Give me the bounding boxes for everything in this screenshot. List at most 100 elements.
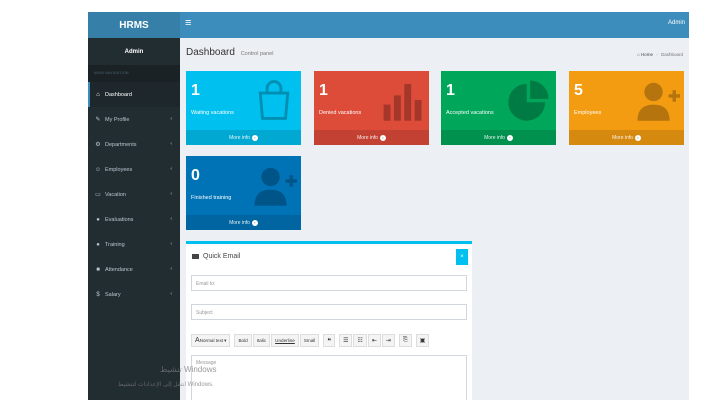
top-navbar: ≡ Admin — [180, 12, 689, 38]
user-menu[interactable]: Admin — [668, 20, 685, 26]
image-icon[interactable]: ▣ — [415, 334, 430, 347]
home-icon: ⌂ — [636, 52, 640, 57]
arrow-circle-right-icon: › — [251, 219, 258, 226]
chevron-left-icon: ‹ — [170, 291, 172, 297]
sidebar-item-label: My Profile — [105, 116, 130, 123]
sidebar-item-label: Training — [105, 241, 125, 248]
sidebar-item-label: Attendance — [105, 266, 133, 273]
sidebar-toggle-icon[interactable]: ≡ — [185, 17, 191, 29]
stat-label: Waiting vacations — [191, 110, 234, 116]
quick-email-box: Quick Email × Email to: Subject A Normal… — [186, 241, 472, 400]
chevron-left-icon: ‹ — [170, 166, 172, 172]
arrow-circle-right-icon: › — [379, 134, 386, 141]
stat-box-waiting-vacations: 1 Waiting vacations More info › — [186, 71, 301, 145]
stat-box-denied-vacations: 1 Denied vacations More info › — [314, 71, 429, 145]
sidebar-item-training[interactable]: ● Training ‹ — [88, 232, 180, 257]
dashboard-icon: ⌂ — [96, 91, 100, 98]
chevron-left-icon: ‹ — [170, 216, 172, 222]
small-button[interactable]: Small — [299, 334, 320, 347]
more-info-link[interactable]: More info › — [314, 130, 429, 145]
quick-email-header: Quick Email — [192, 253, 240, 260]
arrow-circle-right-icon: › — [506, 134, 513, 141]
app-logo[interactable]: HRMS — [88, 12, 180, 38]
employees-icon: ☺ — [94, 166, 102, 173]
breadcrumb: ⌂ Home › Dashboard — [637, 52, 683, 57]
stat-box-accepted-vacations: 1 Accepted vacations More info › — [441, 71, 556, 145]
sidebar-item-label: Evaluations — [105, 216, 134, 223]
stat-label: Employees — [574, 110, 602, 116]
caret-down-icon: ▾ — [224, 337, 227, 343]
sidebar-item-label: Salary — [105, 291, 121, 298]
sidebar-item-vacation[interactable]: ▭ Vacation ‹ — [88, 182, 180, 207]
stat-count: 1 — [191, 82, 200, 99]
stat-label: Finished training — [191, 195, 232, 201]
windows-activation-watermark: تنشيط Windows — [160, 365, 217, 374]
email-to-input[interactable]: Email to: — [191, 275, 467, 291]
stat-count: 0 — [191, 167, 200, 184]
more-info-link[interactable]: More info › — [441, 130, 556, 145]
font-style-dropdown[interactable]: A Normal text ▾ — [191, 334, 231, 347]
laptop-icon: ▭ — [95, 192, 101, 198]
nav-header: MAIN NAVIGATION — [88, 65, 180, 82]
sidebar-item-label: Employees — [105, 166, 133, 173]
more-info-link[interactable]: More info › — [569, 130, 684, 145]
bar-chart-icon — [383, 83, 422, 121]
underline-button[interactable]: Underline — [271, 334, 299, 347]
chevron-left-icon: ‹ — [170, 116, 172, 122]
user-add-icon — [637, 82, 680, 121]
sidebar-item-employees[interactable]: ☺ Employees ‹ — [88, 157, 180, 182]
stat-label: Denied vacations — [319, 110, 362, 116]
stat-box-employees: 5 Employees More info › — [569, 71, 684, 145]
evaluations-icon: ● — [96, 216, 100, 223]
bold-button[interactable]: Bold — [234, 334, 252, 347]
dollar-icon: $ — [96, 291, 100, 298]
subject-input[interactable]: Subject — [191, 304, 467, 320]
sidebar-item-departments[interactable]: ⚙ Departments ‹ — [88, 132, 180, 157]
envelope-icon — [192, 254, 199, 259]
sidebar-item-label: Vacation — [105, 191, 126, 198]
italic-button[interactable]: Italic — [252, 334, 271, 347]
sidebar-item-dashboard[interactable]: ⌂ Dashboard — [88, 82, 180, 107]
page-subtitle: Control panel — [240, 51, 274, 57]
unordered-list-icon[interactable]: ☰ — [339, 334, 353, 347]
editor-toolbar: A Normal text ▾ Bold Italic Underline Sm… — [191, 334, 430, 347]
arrow-circle-right-icon: › — [634, 134, 641, 141]
sidebar-item-label: Dashboard — [105, 91, 132, 98]
more-info-link[interactable]: More info › — [186, 215, 301, 230]
training-icon: ● — [96, 241, 100, 248]
sidebar-user-name: Admin — [124, 48, 144, 55]
sidebar-item-evaluations[interactable]: ● Evaluations ‹ — [88, 207, 180, 232]
quote-icon[interactable]: ❝ — [323, 334, 336, 347]
stat-label: Accepted vacations — [446, 110, 494, 116]
more-info-link[interactable]: More info › — [186, 130, 301, 145]
ordered-list-icon[interactable]: ☷ — [353, 334, 367, 347]
breadcrumb-current: Dashboard — [660, 52, 683, 57]
page-title: Dashboard Control panel — [186, 47, 273, 58]
user-add-icon — [254, 167, 297, 206]
close-button[interactable]: × — [456, 249, 468, 265]
quick-email-title: Quick Email — [203, 253, 241, 260]
chevron-left-icon: ‹ — [170, 241, 172, 247]
pie-chart-icon — [508, 80, 549, 121]
app-window: HRMS ≡ Admin Admin MAIN NAVIGATION ⌂ Das… — [88, 12, 689, 400]
edit-icon: ✎ — [95, 117, 101, 123]
indent-icon[interactable]: ⇥ — [381, 334, 395, 347]
chevron-left-icon: ‹ — [170, 141, 172, 147]
calendar-icon: ■ — [96, 266, 100, 273]
page-title-text: Dashboard — [186, 47, 235, 58]
breadcrumb-home[interactable]: Home — [641, 52, 653, 57]
link-icon[interactable]: ⎘ — [398, 334, 412, 347]
gear-icon: ⚙ — [95, 142, 101, 148]
stat-count: 5 — [574, 82, 583, 99]
sidebar-item-my-profile[interactable]: ✎ My Profile ‹ — [88, 107, 180, 132]
stat-box-finished-training: 0 Finished training More info › — [186, 156, 301, 230]
chevron-left-icon: ‹ — [170, 266, 172, 272]
shopping-bag-icon — [258, 80, 290, 120]
outdent-icon[interactable]: ⇤ — [367, 334, 381, 347]
message-textarea[interactable]: Message — [191, 355, 467, 400]
chevron-left-icon: ‹ — [170, 191, 172, 197]
sidebar-item-salary[interactable]: $ Salary ‹ — [88, 282, 180, 307]
stat-count: 1 — [319, 82, 328, 99]
stat-count: 1 — [446, 82, 455, 99]
sidebar-item-attendance[interactable]: ■ Attendance ‹ — [88, 257, 180, 282]
